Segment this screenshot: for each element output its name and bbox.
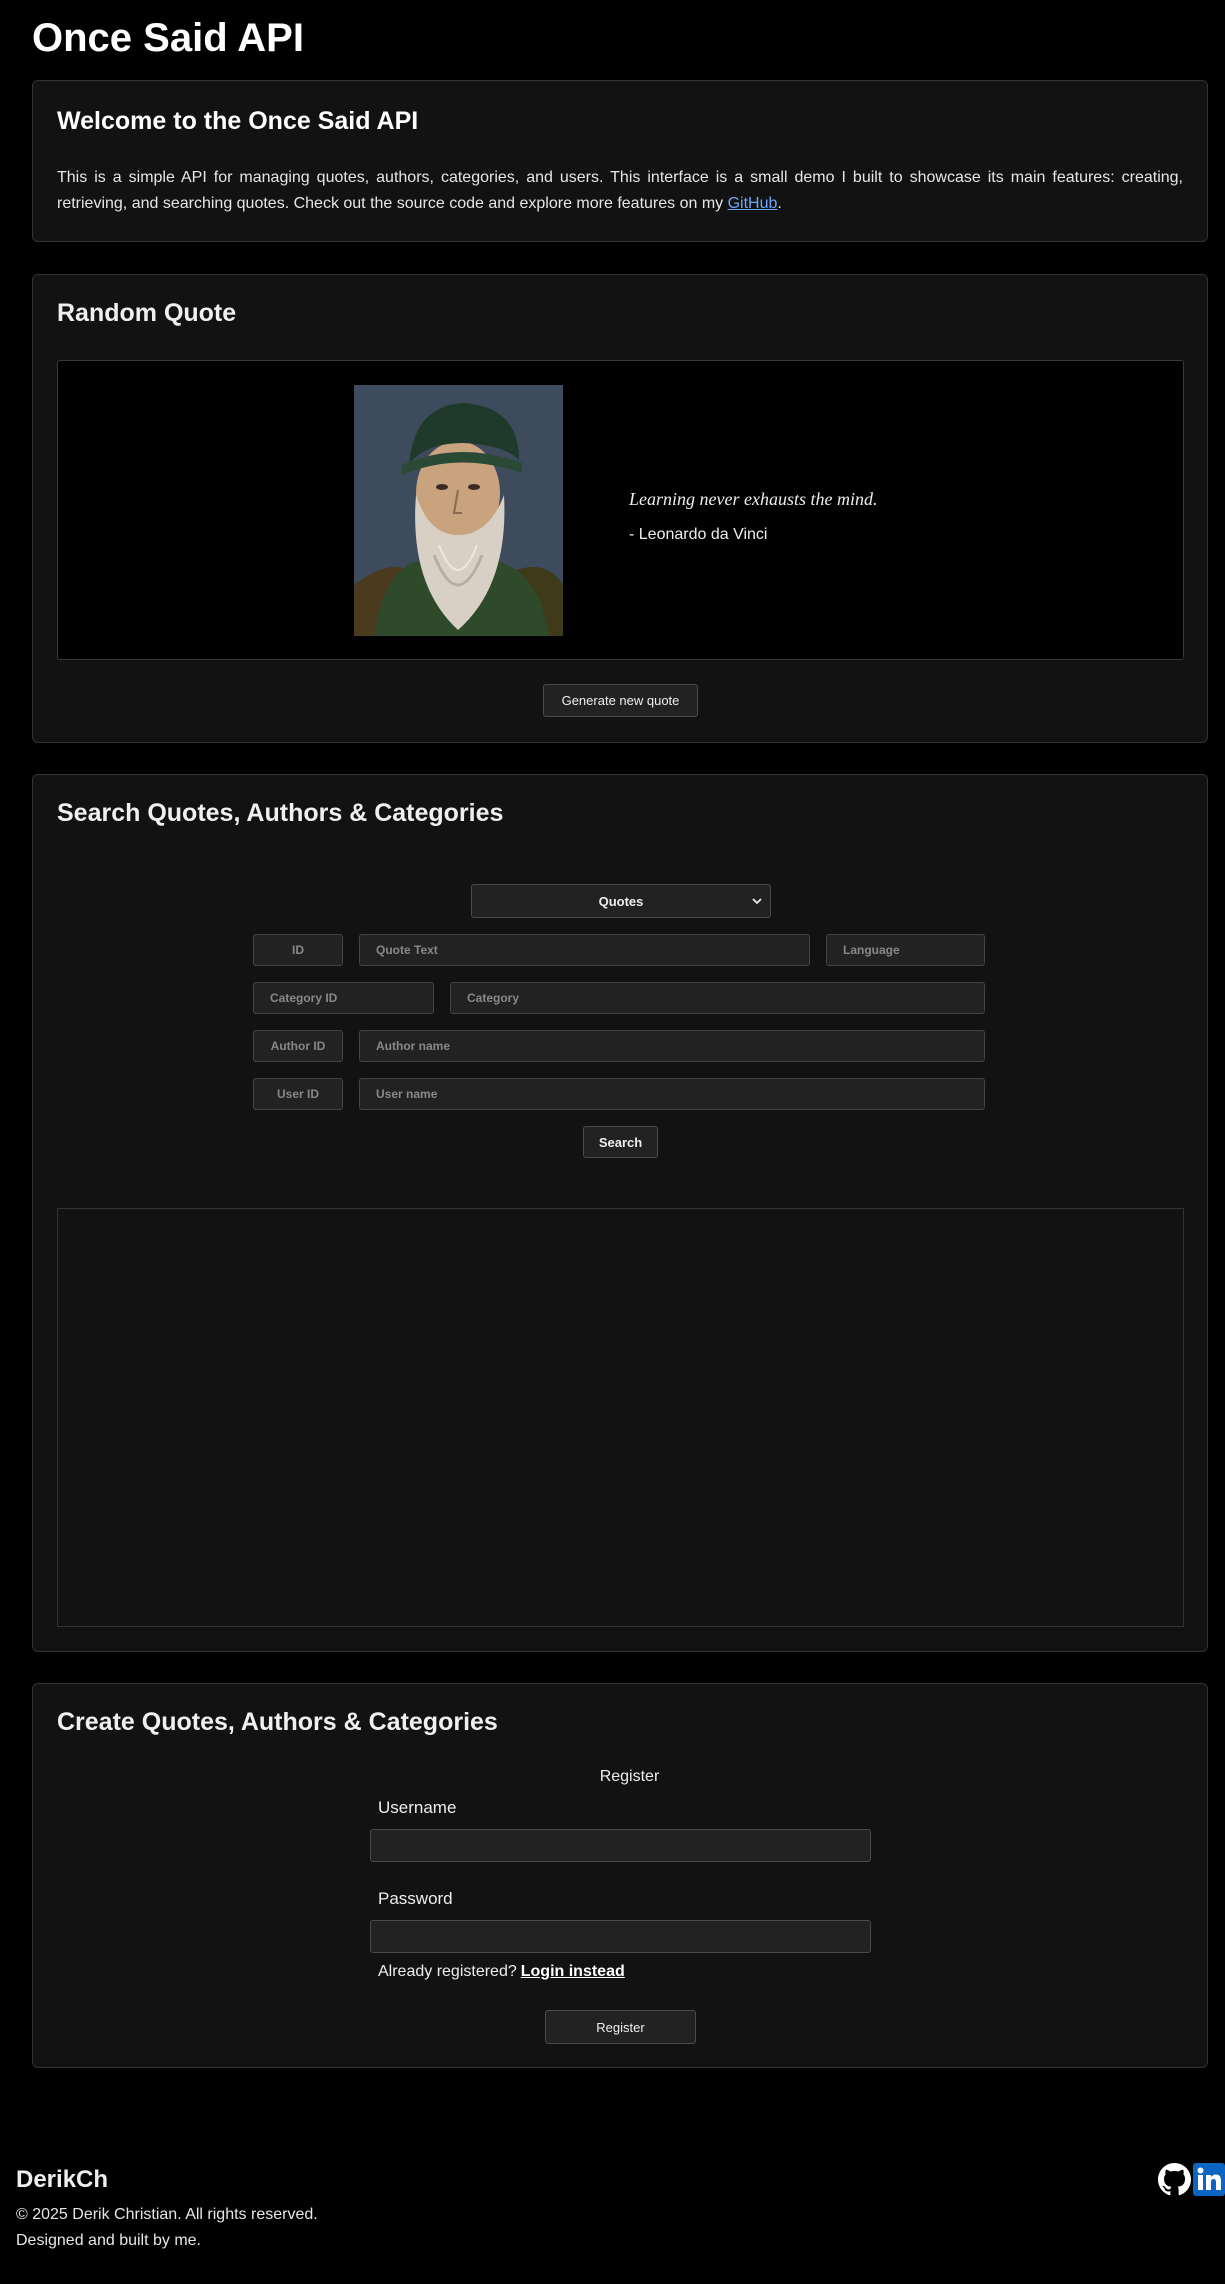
login-link[interactable]: Login instead <box>521 1963 625 1980</box>
footer-brand: DerikCh <box>16 2166 109 2193</box>
search-heading: Search Quotes, Authors & Categories <box>57 799 504 827</box>
footer-copyright: © 2025 Derik Christian. All rights reser… <box>16 2206 318 2223</box>
portrait-image <box>354 385 563 636</box>
language-input[interactable]: Language <box>826 934 985 966</box>
generate-quote-button[interactable]: Generate new quote <box>543 684 698 717</box>
github-icon[interactable] <box>1158 2163 1191 2196</box>
quote-text-input[interactable]: Quote Text <box>359 934 810 966</box>
linkedin-icon[interactable] <box>1193 2163 1225 2196</box>
welcome-body: This is a simple API for managing quotes… <box>57 169 1183 212</box>
page-title: Once Said API <box>32 16 304 60</box>
random-quote-card: Random Quote Learning never exhausts the… <box>32 274 1208 743</box>
author-portrait <box>354 385 563 636</box>
footer-tagline: Designed and built by me. <box>16 2232 201 2249</box>
search-results-panel <box>57 1208 1184 1627</box>
quote-display: Learning never exhausts the mind. - Leon… <box>57 360 1184 660</box>
username-label: Username <box>378 1798 457 1817</box>
author-name-input[interactable]: Author name <box>359 1030 985 1062</box>
user-id-input[interactable]: User ID <box>253 1078 343 1110</box>
quote-text: Learning never exhausts the mind. <box>629 489 878 509</box>
login-prompt: Already registered? Login instead <box>378 1963 625 1981</box>
entity-type-selected: Quotes <box>598 893 644 909</box>
random-quote-heading: Random Quote <box>57 299 237 327</box>
search-card: Search Quotes, Authors & Categories Quot… <box>32 774 1208 1652</box>
register-title: Register <box>599 1768 660 1785</box>
github-link[interactable]: GitHub <box>728 195 778 212</box>
welcome-description: This is a simple API for managing quotes… <box>57 165 1183 217</box>
chevron-down-icon <box>752 898 762 905</box>
welcome-card: Welcome to the Once Said API This is a s… <box>32 80 1208 242</box>
create-card: Create Quotes, Authors & Categories Regi… <box>32 1683 1208 2068</box>
quote-author: - Leonardo da Vinci <box>629 526 768 543</box>
author-id-input[interactable]: Author ID <box>253 1030 343 1062</box>
search-button[interactable]: Search <box>583 1126 658 1158</box>
entity-type-select[interactable]: Quotes <box>471 884 771 918</box>
register-button[interactable]: Register <box>545 2010 696 2044</box>
password-label: Password <box>378 1889 453 1908</box>
user-name-input[interactable]: User name <box>359 1078 985 1110</box>
welcome-heading: Welcome to the Once Said API <box>57 107 419 135</box>
id-input[interactable]: ID <box>253 934 343 966</box>
already-registered-text: Already registered? <box>378 1963 517 1980</box>
password-field[interactable] <box>370 1920 871 1953</box>
create-heading: Create Quotes, Authors & Categories <box>57 1708 498 1736</box>
category-input[interactable]: Category <box>450 982 985 1014</box>
welcome-body-end: . <box>777 195 782 212</box>
username-field[interactable] <box>370 1829 871 1862</box>
category-id-input[interactable]: Category ID <box>253 982 434 1014</box>
